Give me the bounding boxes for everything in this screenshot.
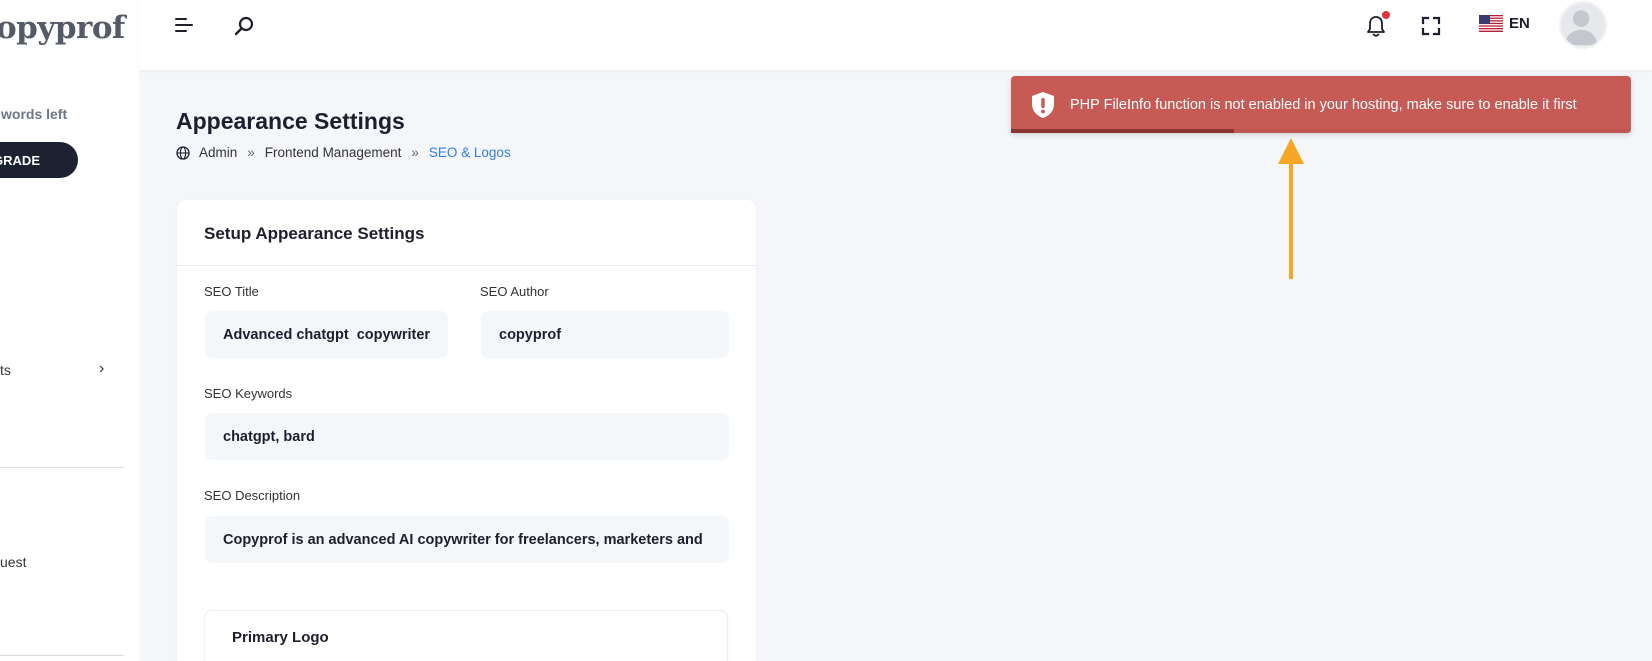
page-title: Appearance Settings xyxy=(176,108,405,134)
breadcrumb-item-frontend-management[interactable]: Frontend Management xyxy=(265,145,402,160)
seo-title-label: SEO Title xyxy=(204,284,259,299)
words-left-counter: words left xyxy=(1,106,68,122)
globe-icon xyxy=(176,145,190,160)
sidebar-divider xyxy=(0,467,124,468)
appearance-settings-card: Setup Appearance Settings SEO Title SEO … xyxy=(177,200,756,661)
toast-message: PHP FileInfo function is not enabled in … xyxy=(1070,96,1577,113)
notification-dot xyxy=(1382,11,1390,19)
sidebar-item-label[interactable]: uest xyxy=(0,554,26,570)
upgrade-button[interactable]: GRADE xyxy=(0,142,78,178)
seo-title-input[interactable] xyxy=(205,311,448,358)
brand-logo[interactable]: opyprof xyxy=(0,10,125,46)
seo-description-label: SEO Description xyxy=(204,488,301,503)
us-flag-icon xyxy=(1479,15,1503,32)
user-silhouette-icon xyxy=(1564,10,1598,46)
seo-keywords-label: SEO Keywords xyxy=(204,386,293,401)
user-avatar[interactable] xyxy=(1559,1,1607,49)
language-label: EN xyxy=(1509,15,1530,32)
seo-author-label: SEO Author xyxy=(480,284,549,299)
annotation-arrow-icon xyxy=(1278,138,1304,279)
language-selector[interactable]: EN xyxy=(1479,15,1530,32)
fullscreen-icon[interactable] xyxy=(1421,16,1441,36)
card-title: Setup Appearance Settings xyxy=(177,200,756,266)
sidebar-item-label[interactable]: ts xyxy=(0,362,11,378)
breadcrumb-separator: » xyxy=(411,145,419,160)
primary-logo-section: Primary Logo xyxy=(204,610,728,661)
error-toast[interactable]: PHP FileInfo function is not enabled in … xyxy=(1011,76,1631,133)
breadcrumb: Admin » Frontend Management » SEO & Logo… xyxy=(176,145,511,160)
breadcrumb-item-admin[interactable]: Admin xyxy=(199,145,237,160)
toast-progress-bar xyxy=(1011,129,1235,133)
sidebar-divider xyxy=(0,655,124,656)
seo-description-input[interactable] xyxy=(205,516,729,563)
top-header: EN xyxy=(139,0,1652,70)
breadcrumb-separator: » xyxy=(247,145,255,160)
primary-logo-title: Primary Logo xyxy=(232,629,329,646)
seo-keywords-input[interactable] xyxy=(205,413,729,460)
sidebar: opyprof words left GRADE ts › uest xyxy=(0,0,139,661)
search-icon[interactable] xyxy=(233,15,255,37)
menu-toggle-icon[interactable] xyxy=(175,18,193,36)
seo-author-input[interactable] xyxy=(481,311,729,358)
shield-alert-icon xyxy=(1032,91,1054,118)
chevron-right-icon[interactable]: › xyxy=(99,360,104,378)
breadcrumb-item-seo-logos: SEO & Logos xyxy=(428,145,511,160)
